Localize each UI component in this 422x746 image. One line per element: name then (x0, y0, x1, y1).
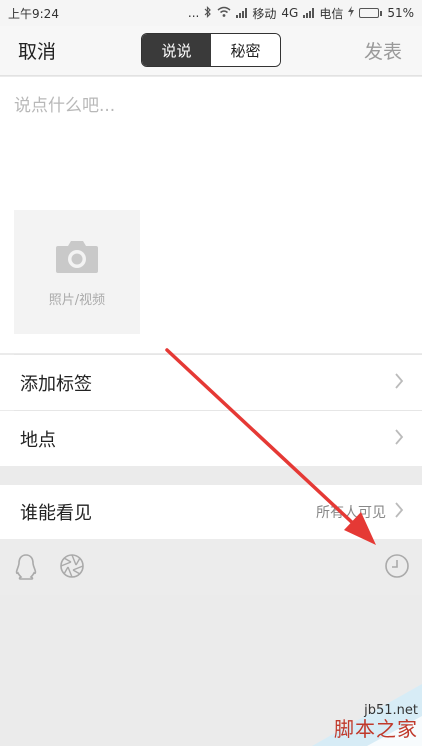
carrier2-label: 电信 (319, 6, 344, 21)
charging-icon (348, 6, 355, 20)
photo-video-label: 照片/视频 (48, 292, 106, 308)
add-tag-row[interactable]: 添加标签 (0, 355, 422, 410)
signal-icon-1 (236, 8, 248, 18)
aperture-icon[interactable] (59, 553, 85, 583)
clock-icon[interactable] (384, 553, 410, 583)
visibility-row[interactable]: 谁能看见 所有人可见 (0, 485, 422, 539)
compose-area: 照片/视频 (0, 77, 422, 353)
status-time: 上午9:24 (8, 6, 59, 21)
battery-percent: 51% (387, 6, 414, 20)
visibility-label: 谁能看见 (20, 503, 92, 524)
battery-icon (359, 8, 383, 18)
watermark: jb51.net 脚本之家 (272, 676, 422, 746)
add-tag-label: 添加标签 (20, 373, 92, 395)
status-indicators: ... 移动 4G 电信 51% (188, 5, 414, 22)
cancel-button[interactable]: 取消 (18, 37, 56, 64)
chevron-right-icon (394, 501, 404, 523)
chevron-right-icon (394, 372, 404, 394)
status-dots: ... (187, 6, 200, 20)
header-bar: 取消 说说 秘密 发表 (0, 26, 422, 76)
location-row[interactable]: 地点 (0, 411, 422, 466)
tab-secret[interactable]: 秘密 (211, 34, 280, 66)
wifi-icon (217, 6, 231, 20)
visibility-value-group: 所有人可见 (316, 501, 404, 523)
tab-shuoshuo[interactable]: 说说 (142, 34, 211, 66)
signal-icon-2 (303, 8, 315, 18)
chevron-right-icon (394, 428, 404, 450)
carrier1-label: 移动 (252, 6, 277, 21)
post-text-input[interactable] (14, 91, 408, 201)
bluetooth-icon (204, 5, 212, 21)
add-photo-button[interactable]: 照片/视频 (14, 210, 140, 334)
qq-icon[interactable] (14, 553, 38, 585)
mode-segmented-control: 说说 秘密 (141, 33, 281, 67)
network-label: 4G (281, 6, 299, 20)
location-label: 地点 (20, 429, 56, 451)
status-bar: 上午9:24 ... 移动 4G 电信 51% (0, 0, 422, 26)
watermark-name: 脚本之家 (334, 717, 418, 741)
bottom-toolbar (0, 539, 422, 595)
visibility-value: 所有人可见 (316, 505, 386, 521)
publish-button[interactable]: 发表 (364, 37, 402, 64)
camera-icon (54, 237, 100, 279)
